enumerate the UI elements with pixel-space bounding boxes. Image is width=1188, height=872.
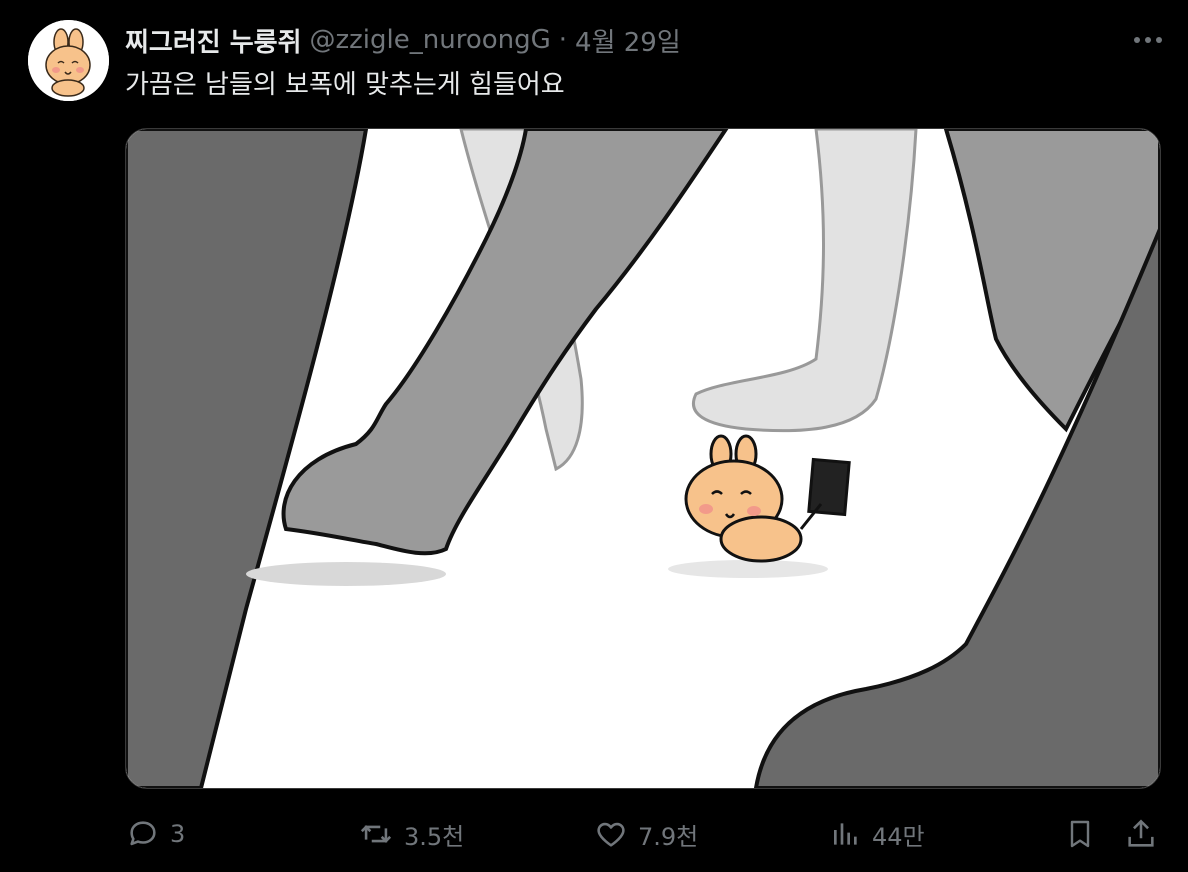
tweet-header: 찌그러진 누룽쥐 @zzigle_nuroongG · 4월 29일 <box>125 22 681 58</box>
bunny-avatar-icon <box>28 20 109 101</box>
action-bar: 3 3.5천 7.9천 44만 <box>0 808 1188 860</box>
like-count: 7.9천 <box>638 822 699 851</box>
retweet-icon <box>360 825 392 843</box>
views-button[interactable]: 44만 <box>830 808 925 860</box>
retweet-button[interactable]: 3.5천 <box>358 808 464 860</box>
illustration-image <box>126 129 1160 788</box>
heart-icon <box>597 822 625 847</box>
reply-button[interactable]: 3 <box>126 808 185 860</box>
tweet-text: 가끔은 남들의 보폭에 맞추는게 힘들어요 <box>125 70 565 100</box>
avatar[interactable] <box>28 20 109 101</box>
views-icon <box>834 823 857 845</box>
bookmark-button[interactable] <box>1064 808 1096 860</box>
tweet-date[interactable]: 4월 29일 <box>575 22 681 59</box>
more-button[interactable] <box>1130 26 1166 54</box>
user-handle[interactable]: @zzigle_nuroongG <box>310 25 551 55</box>
reply-icon <box>130 821 156 846</box>
reply-count: 3 <box>170 820 186 848</box>
share-icon <box>1128 819 1154 847</box>
more-horizontal-icon <box>1134 37 1162 43</box>
share-button[interactable] <box>1124 808 1158 860</box>
bookmark-icon <box>1070 820 1090 848</box>
display-name[interactable]: 찌그러진 누룽쥐 <box>125 22 302 59</box>
tweet-media-image[interactable] <box>125 128 1161 789</box>
retweet-count: 3.5천 <box>404 822 465 851</box>
like-button[interactable]: 7.9천 <box>594 808 698 860</box>
separator-dot: · <box>558 25 568 55</box>
views-count: 44만 <box>872 822 925 851</box>
